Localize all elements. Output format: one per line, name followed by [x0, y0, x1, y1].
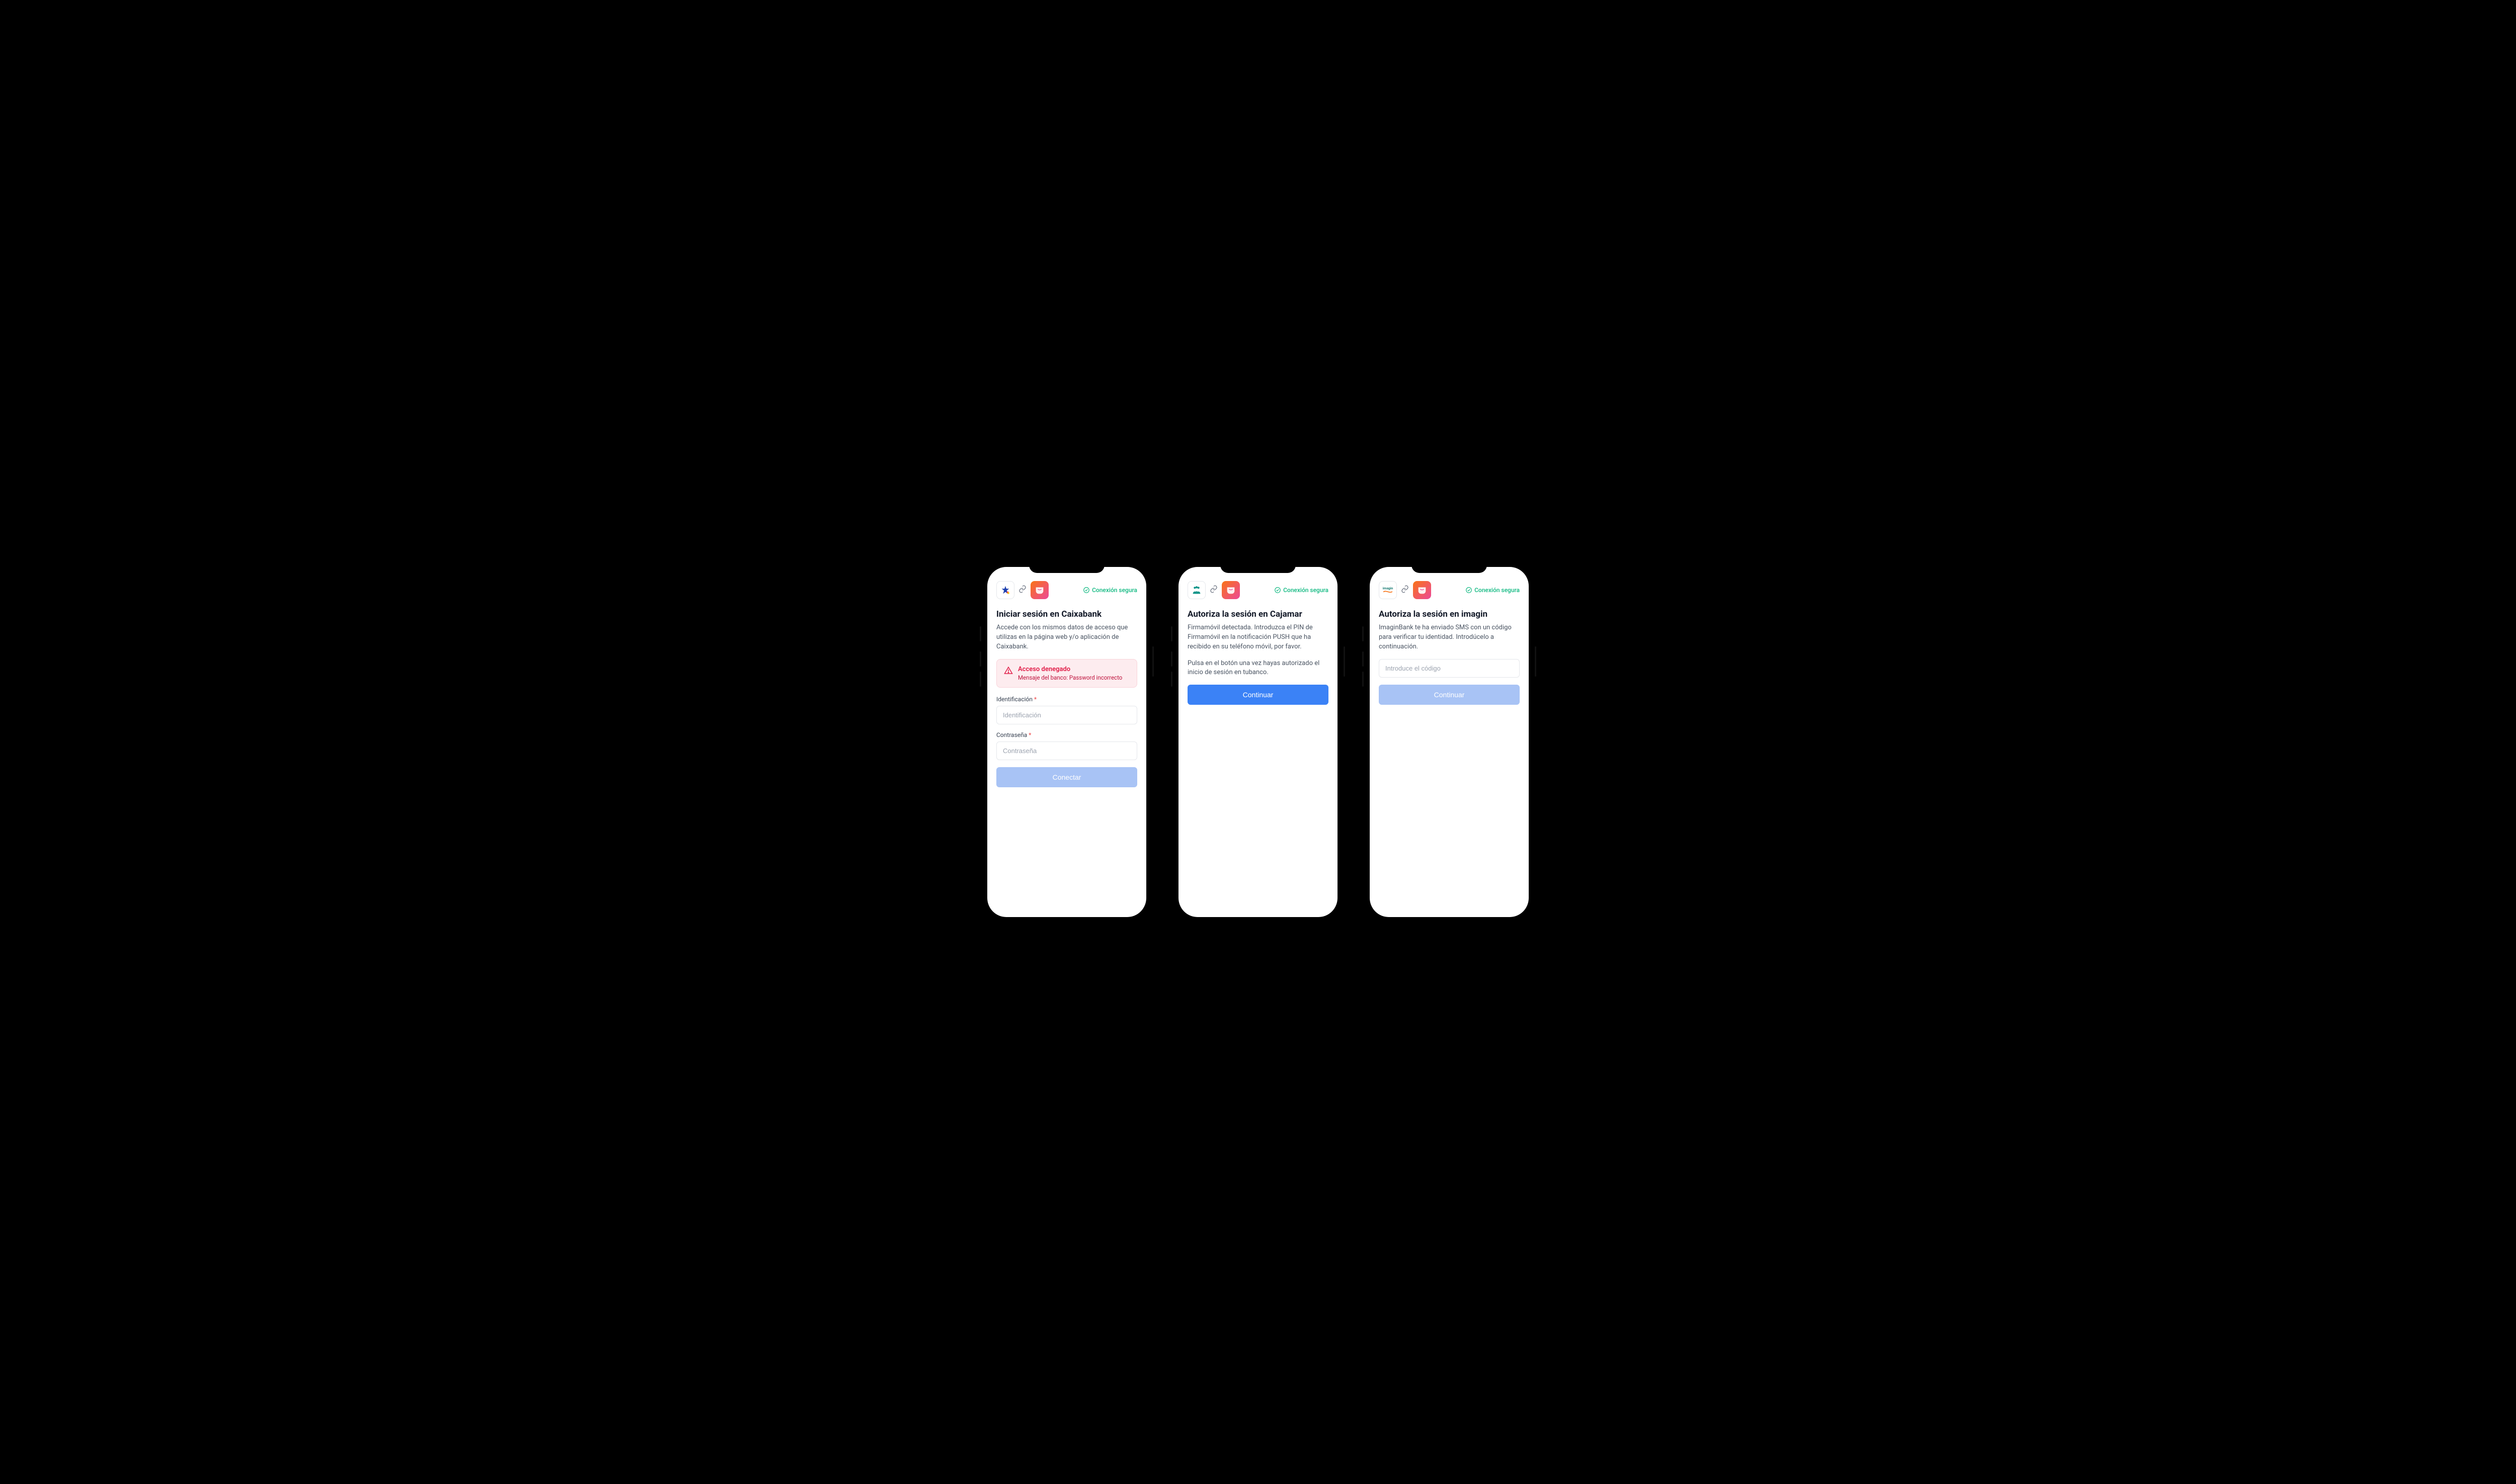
check-circle-icon	[1083, 587, 1090, 594]
bank-logo-imagin: imagin	[1379, 581, 1397, 599]
alert-message: Mensaje del banco: Password incorrecto	[1018, 674, 1122, 681]
page-title: Autoriza la sesión en Cajamar	[1188, 609, 1328, 619]
page-description: Accede con los mismos datos de acceso qu…	[996, 623, 1137, 652]
secure-label: Conexión segura	[1283, 587, 1328, 594]
phone-notch	[1220, 561, 1296, 573]
password-label: Contraseña *	[996, 731, 1137, 738]
secure-connection-badge: Conexión segura	[1083, 587, 1137, 594]
secure-connection-badge: Conexión segura	[1274, 587, 1328, 594]
phone-notch	[1029, 561, 1105, 573]
connect-button[interactable]: Conectar	[996, 767, 1137, 787]
link-icon	[1018, 585, 1027, 595]
connection-icons: imagin	[1379, 581, 1431, 599]
header-row: Conexión segura	[1188, 581, 1328, 599]
page-description-1: Firmamóvil detectada. Introduzca el PIN …	[1188, 623, 1328, 652]
screen-caixabank: Conexión segura Iniciar sesión en Caixab…	[987, 567, 1146, 917]
screen-imagin: imagin Conexión segura Autoriza la se	[1370, 567, 1529, 917]
page-title: Iniciar sesión en Caixabank	[996, 609, 1137, 619]
link-icon	[1210, 585, 1218, 595]
identification-input[interactable]	[996, 706, 1137, 724]
phone-mockup-caixabank: Conexión segura Iniciar sesión en Caixab…	[981, 561, 1152, 923]
connection-icons	[996, 581, 1049, 599]
bank-logo-caixabank	[996, 581, 1014, 599]
phone-mockup-imagin: imagin Conexión segura Autoriza la se	[1364, 561, 1535, 923]
alert-triangle-icon	[1004, 666, 1013, 675]
phone-mockup-cajamar: Conexión segura Autoriza la sesión en Ca…	[1172, 561, 1344, 923]
secure-label: Conexión segura	[1092, 587, 1137, 594]
secure-label: Conexión segura	[1474, 587, 1520, 594]
page-description: ImaginBank te ha enviado SMS con un códi…	[1379, 623, 1520, 652]
app-logo	[1222, 581, 1240, 599]
bank-logo-cajamar	[1188, 581, 1206, 599]
header-row: Conexión segura	[996, 581, 1137, 599]
continue-button[interactable]: Continuar	[1188, 685, 1328, 705]
check-circle-icon	[1465, 587, 1472, 594]
page-title: Autoriza la sesión en imagin	[1379, 609, 1520, 619]
app-logo	[1031, 581, 1049, 599]
connection-icons	[1188, 581, 1240, 599]
password-input[interactable]	[996, 741, 1137, 760]
app-logo	[1413, 581, 1431, 599]
page-description-2: Pulsa en el botón una vez hayas autoriza…	[1188, 659, 1328, 678]
screen-cajamar: Conexión segura Autoriza la sesión en Ca…	[1178, 567, 1338, 917]
otp-code-input[interactable]	[1379, 659, 1520, 678]
svg-text:imagin: imagin	[1383, 586, 1393, 590]
header-row: imagin Conexión segura	[1379, 581, 1520, 599]
phone-notch	[1411, 561, 1487, 573]
link-icon	[1401, 585, 1409, 595]
error-alert: Acceso denegado Mensaje del banco: Passw…	[996, 659, 1137, 688]
alert-title: Acceso denegado	[1018, 666, 1122, 673]
identification-label: Identificación *	[996, 696, 1137, 703]
continue-button[interactable]: Continuar	[1379, 685, 1520, 705]
check-circle-icon	[1274, 587, 1281, 594]
secure-connection-badge: Conexión segura	[1465, 587, 1520, 594]
